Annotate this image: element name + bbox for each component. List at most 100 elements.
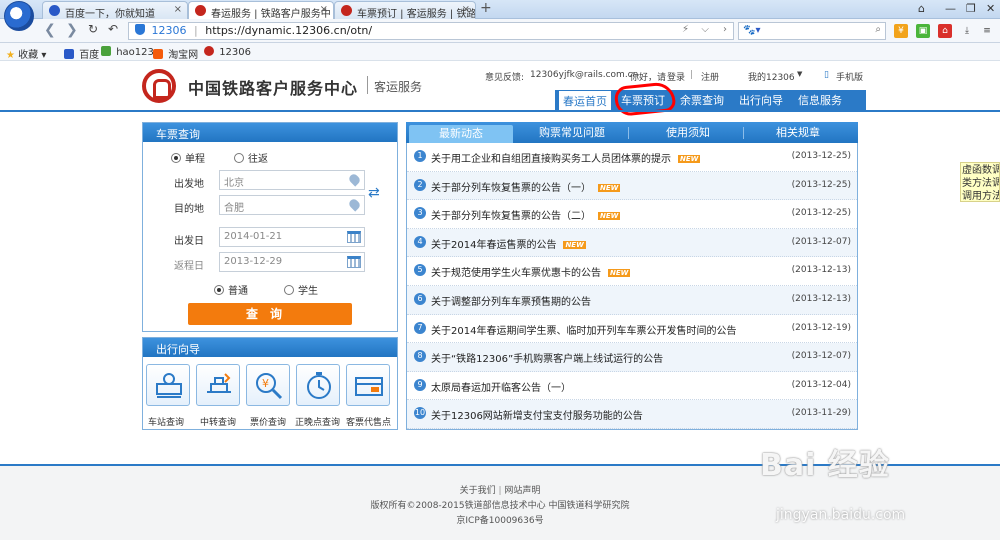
undo-icon[interactable]: ↶ [108, 22, 118, 36]
bookmark-baidu[interactable]: 百度 [64, 46, 99, 61]
about-us-link[interactable]: 关于我们 [460, 486, 496, 496]
ticket-agency-label[interactable]: 客票代售点 [346, 415, 391, 428]
news-title-link[interactable]: 关于“铁路12306”手机购票客户端上线试运行的公告 [431, 350, 663, 365]
url-field[interactable]: 12306 | https://dynamic.12306.cn/otn/ ⚡ … [128, 22, 734, 40]
search-engine-icon[interactable]: 🐾▾ [743, 25, 760, 36]
new-badge: NEW [678, 155, 701, 163]
one-way-radio[interactable]: 单程 [171, 150, 205, 165]
site-statement-link[interactable]: 网站声明 [504, 486, 540, 496]
bookmark-hao123[interactable]: hao123 [101, 46, 154, 58]
news-item[interactable]: 9 太原局春运加开临客公告（一） (2013-12-04) [407, 372, 857, 401]
dropdown-chevron-icon[interactable]: ⌵ [701, 24, 709, 35]
close-tab-icon[interactable]: × [462, 4, 470, 15]
register-link[interactable]: 注册 [701, 70, 719, 83]
tab-faq[interactable]: 购票常见问题 [522, 122, 622, 143]
news-title-link[interactable]: 关于2014年春运售票的公告 NEW [431, 236, 586, 251]
news-item[interactable]: 6 关于调整部分列车车票预售期的公告 (2013-12-13) [407, 286, 857, 315]
forward-arrow-icon[interactable]: ❯ [66, 22, 78, 38]
news-item[interactable]: 2 关于部分列车恢复售票的公告（一） NEW (2013-12-25) [407, 171, 857, 201]
search-icon[interactable]: ⌕ [875, 24, 881, 35]
depart-date-input[interactable]: 2014-01-21 [219, 227, 365, 247]
calendar-icon[interactable] [347, 256, 361, 268]
lightning-icon[interactable]: ⚡ [682, 24, 689, 35]
browser-logo-icon[interactable] [4, 1, 34, 31]
news-title-link[interactable]: 关于调整部分列车车票预售期的公告 [431, 293, 591, 308]
refresh-icon[interactable]: ↻ [88, 22, 98, 36]
tab-usage-notes[interactable]: 使用须知 [638, 122, 738, 143]
to-label: 目的地 [174, 204, 204, 215]
home-tool-icon[interactable]: ⌂ [938, 24, 952, 38]
mobile-phone-icon[interactable]: ▯ [824, 70, 829, 80]
passenger-student-radio[interactable]: 学生 [284, 282, 318, 297]
news-title-link[interactable]: 太原局春运加开临客公告（一） [431, 379, 571, 394]
close-tab-icon[interactable]: × [174, 4, 182, 15]
news-item[interactable]: 5 关于规范使用学生火车票优惠卡的公告 NEW (2013-12-13) [407, 257, 857, 286]
news-item[interactable]: 4 关于2014年春运售票的公告 NEW (2013-12-07) [407, 228, 857, 258]
news-number-badge: 4 [414, 235, 426, 248]
my12306-menu[interactable]: 我的12306 [748, 70, 795, 83]
news-title-link[interactable]: 关于2014年春运期间学生票、临时加开列车车票公开发售时间的公告 [431, 322, 736, 337]
news-title-link[interactable]: 关于部分列车恢复售票的公告（二） NEW [431, 207, 621, 222]
browser-tab-baidu[interactable]: 百度一下，你就知道 × [42, 1, 188, 19]
calendar-icon[interactable] [347, 231, 361, 243]
restore-button[interactable]: ❐ [966, 2, 976, 15]
green-tool-icon[interactable]: ▣ [916, 24, 930, 38]
feedback-label: 意见反馈: [485, 73, 525, 83]
bookmark-taobao[interactable]: 淘宝网 [153, 46, 198, 61]
to-input[interactable]: 合肥 [219, 195, 365, 215]
currency-tool-icon[interactable]: ¥ [894, 24, 908, 38]
news-item[interactable]: 10 关于12306网站新增支付宝支付服务功能的公告 (2013-11-29) [407, 400, 857, 429]
fare-query-label[interactable]: 票价查询 [250, 415, 286, 428]
login-link[interactable]: 登录 [667, 70, 685, 83]
transfer-query-button[interactable] [196, 364, 240, 406]
passenger-normal-radio[interactable]: 普通 [214, 282, 248, 297]
swap-stations-icon[interactable]: ⇄ [368, 185, 380, 201]
new-badge: NEW [608, 269, 631, 278]
bookmark-12306[interactable]: 12306 [204, 46, 251, 58]
news-title-link[interactable]: 关于规范使用学生火车票优惠卡的公告 NEW [431, 264, 631, 279]
tab-regulations[interactable]: 相关规章 [748, 122, 848, 143]
nav-travel-guide[interactable]: 出行向导 [739, 90, 783, 111]
news-item[interactable]: 3 关于部分列车恢复售票的公告（二） NEW (2013-12-25) [407, 200, 857, 229]
go-arrow-icon[interactable]: › [723, 24, 727, 35]
from-input[interactable]: 北京 [219, 170, 365, 190]
close-window-button[interactable]: ✕ [986, 2, 995, 15]
news-title-link[interactable]: 关于12306网站新增支付宝支付服务功能的公告 [431, 407, 643, 422]
browser-tab-ticket-booking[interactable]: 车票预订 | 客运服务 | 铁路 × [334, 1, 476, 19]
bookmark-favorites[interactable]: ★ 收藏 ▾ [6, 46, 46, 61]
close-tab-icon[interactable]: × [320, 4, 328, 15]
fare-query-button[interactable]: ¥ [246, 364, 290, 406]
ticket-agency-button[interactable] [346, 364, 390, 406]
nav-chunyun-home[interactable]: 春运首页 [558, 90, 612, 111]
tab-latest-news[interactable]: 最新动态 [409, 125, 513, 143]
news-title-link[interactable]: 关于部分列车恢复售票的公告（一） NEW [431, 179, 621, 194]
news-number-badge: 5 [414, 264, 426, 277]
menu-icon[interactable]: ≡ [980, 24, 994, 38]
station-query-button[interactable] [146, 364, 190, 406]
search-tickets-button[interactable]: 查询 [188, 303, 352, 325]
delay-query-button[interactable] [296, 364, 340, 406]
transfer-query-label[interactable]: 中转查询 [200, 415, 236, 428]
nav-info-service[interactable]: 信息服务 [798, 90, 842, 111]
new-tab-button[interactable]: + [480, 0, 492, 16]
news-item[interactable]: 1 关于用工企业和自组团直接购买务工人员团体票的提示 NEW (2013-12-25) [407, 143, 857, 172]
mobile-link[interactable]: 手机版 [836, 70, 863, 83]
download-icon[interactable]: ⤓ [960, 24, 974, 38]
baidu-favicon-icon [49, 5, 60, 16]
round-trip-radio[interactable]: 往返 [234, 150, 268, 165]
browser-tab-12306-chunyun[interactable]: 春运服务 | 铁路客户服务中 × [188, 1, 334, 20]
12306-favicon-icon [195, 5, 206, 16]
nav-remaining-tickets[interactable]: 余票查询 [680, 90, 724, 111]
my12306-dropdown-icon[interactable]: ▼ [797, 70, 802, 78]
feedback-email-link[interactable]: 12306yjfk@rails.com.cn [530, 70, 638, 80]
delay-query-label[interactable]: 正晚点查询 [295, 415, 340, 428]
skin-icon[interactable]: ⌂ [918, 2, 925, 15]
station-query-label[interactable]: 车站查询 [148, 415, 184, 428]
back-arrow-icon[interactable]: ❮ [44, 22, 56, 38]
news-item[interactable]: 8 关于“铁路12306”手机购票客户端上线试运行的公告 (2013-12-07) [407, 343, 857, 372]
return-date-input[interactable]: 2013-12-29 [219, 252, 365, 272]
search-box[interactable]: 🐾▾ ⌕ [738, 22, 886, 40]
minimize-button[interactable]: — [945, 2, 956, 15]
news-title-link[interactable]: 关于用工企业和自组团直接购买务工人员团体票的提示 NEW [431, 150, 701, 165]
news-item[interactable]: 7 关于2014年春运期间学生票、临时加开列车车票公开发售时间的公告 (2013-1… [407, 315, 857, 344]
